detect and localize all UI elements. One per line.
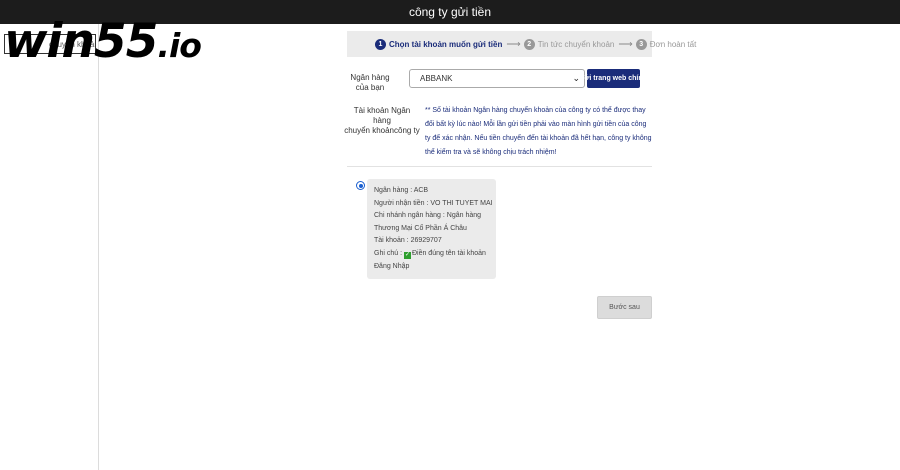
step-1-label: Chọn tài khoản muốn gửi tiền	[389, 39, 503, 49]
arrow-right-icon: ⟶	[618, 38, 633, 50]
check-icon: ✓	[403, 251, 411, 259]
account-label-line2: chuyển khoảncông ty	[344, 126, 420, 135]
step-3: 3 Đơn hoàn tất	[635, 38, 697, 50]
warning-notice: ** Số tài khoản Ngân hàng chuyển khoản c…	[425, 107, 652, 156]
bank-select-value: ABBANK	[420, 74, 453, 83]
step-2: 2 Tin tức chuyển khoản	[523, 38, 615, 50]
account-radio[interactable]	[356, 181, 365, 190]
bank-label-line2: của bạn	[355, 83, 385, 92]
divider	[347, 166, 652, 167]
chevron-down-icon: ⌄	[572, 73, 580, 83]
account-label-line1: Tài khoản Ngân hàng	[353, 106, 411, 125]
arrow-right-icon: ⟶	[506, 38, 521, 50]
step-1-number: 1	[375, 38, 386, 50]
step-2-label: Tin tức chuyển khoản	[537, 39, 615, 49]
card-recipient: Người nhận tiền : VO THI TUYET MAI	[374, 199, 493, 207]
step-3-label: Đơn hoàn tất	[649, 39, 697, 49]
bank-select[interactable]: ABBANK ⌄	[409, 69, 585, 88]
step-1: 1 Chọn tài khoản muốn gửi tiền	[375, 38, 503, 50]
card-account-number: Tài khoản : 26929707	[374, 237, 442, 245]
main-website-button[interactable]: Tới trang web chính	[580, 69, 647, 88]
step-2-number: 2	[523, 38, 535, 50]
card-note-prefix: Ghi chú :	[374, 249, 404, 257]
step-progress: 1 Chọn tài khoản muốn gửi tiền ⟶ 2 Tin t…	[347, 31, 696, 57]
left-sidebar: chuyển khoản	[0, 24, 99, 470]
page-title: công ty gửi tiền	[408, 5, 492, 19]
card-bank: Ngân hàng : ACB	[374, 187, 429, 194]
bank-label-line1: Ngân hàng	[350, 73, 390, 82]
logo-main: win55	[4, 14, 158, 69]
brand-logo: win55.io	[4, 18, 202, 65]
card-branch: Chi nhánh ngân hàng : Ngân hàng Thương M…	[374, 212, 482, 232]
step-3-number: 3	[635, 38, 647, 50]
company-account-card[interactable]: Ngân hàng : ACB Người nhận tiền : VO THI…	[367, 179, 496, 279]
company-account-label: Tài khoản Ngân hàng chuyển khoảncông ty	[344, 106, 420, 136]
next-step-button[interactable]: Bước sau	[597, 296, 652, 319]
logo-suffix: .io	[157, 26, 202, 65]
bank-field-label: Ngân hàng của bạn	[340, 73, 400, 93]
card-note: Ghi chú : ✓ Điền đúng tên tài khoản Đăng …	[374, 248, 496, 273]
